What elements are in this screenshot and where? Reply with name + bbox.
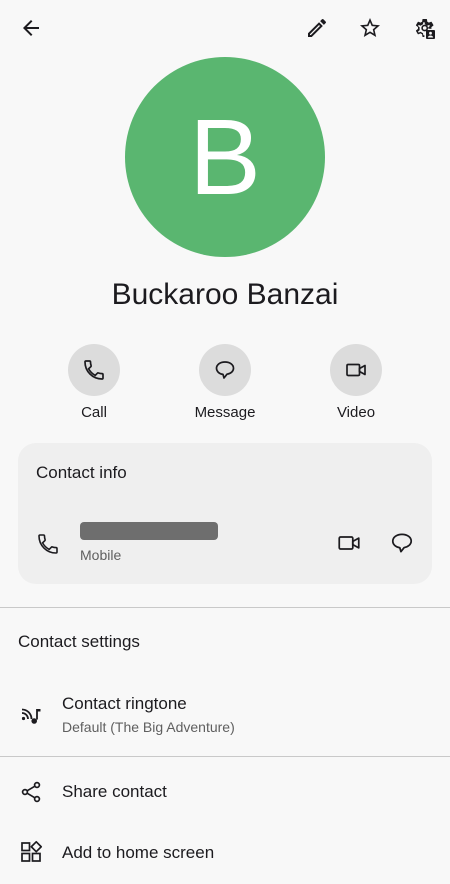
contact-info-card: Contact info Mobile	[18, 443, 432, 584]
share-icon	[21, 781, 41, 803]
video-button[interactable]	[330, 344, 382, 396]
contact-settings-title: Contact settings	[18, 632, 140, 651]
widgets-icon	[21, 840, 43, 862]
video-call-button[interactable]	[336, 530, 362, 556]
contact-settings-icon	[415, 18, 435, 39]
favorite-button[interactable]	[354, 12, 386, 44]
send-message-button[interactable]	[389, 530, 415, 556]
video-icon	[346, 363, 366, 377]
phone-icon	[38, 534, 58, 554]
add-to-home-screen-label: Add to home screen	[62, 843, 215, 862]
phone-icon	[84, 360, 104, 380]
divider	[0, 607, 450, 608]
ringtone-icon	[21, 708, 41, 724]
pencil-icon	[308, 18, 327, 37]
video-action[interactable]: Video	[301, 344, 411, 421]
avatar-initial: B	[188, 96, 262, 217]
contact-name: Buckaroo Banzai	[111, 278, 339, 311]
message-label: Message	[194, 404, 256, 421]
call-action[interactable]: Call	[39, 344, 149, 421]
message-icon	[215, 361, 235, 379]
call-button[interactable]	[68, 344, 120, 396]
back-button[interactable]	[15, 12, 47, 44]
call-label: Call	[81, 404, 107, 421]
redacted-phone-number	[80, 522, 218, 540]
video-icon	[338, 536, 360, 550]
divider	[0, 756, 450, 757]
contact-info-title: Contact info	[36, 463, 127, 482]
edit-button[interactable]	[301, 12, 333, 44]
star-icon	[360, 18, 380, 37]
ringtone-value: Default (The Big Adventure)	[62, 719, 235, 735]
message-icon	[391, 533, 413, 553]
contact-settings-button[interactable]	[408, 12, 440, 44]
video-label: Video	[336, 404, 376, 421]
phone-type-label: Mobile	[80, 547, 122, 563]
message-button[interactable]	[199, 344, 251, 396]
avatar: B	[125, 57, 325, 257]
ringtone-title: Contact ringtone	[62, 694, 187, 713]
share-contact-label: Share contact	[62, 782, 167, 801]
arrow-back-icon	[23, 20, 39, 36]
message-action[interactable]: Message	[170, 344, 280, 421]
